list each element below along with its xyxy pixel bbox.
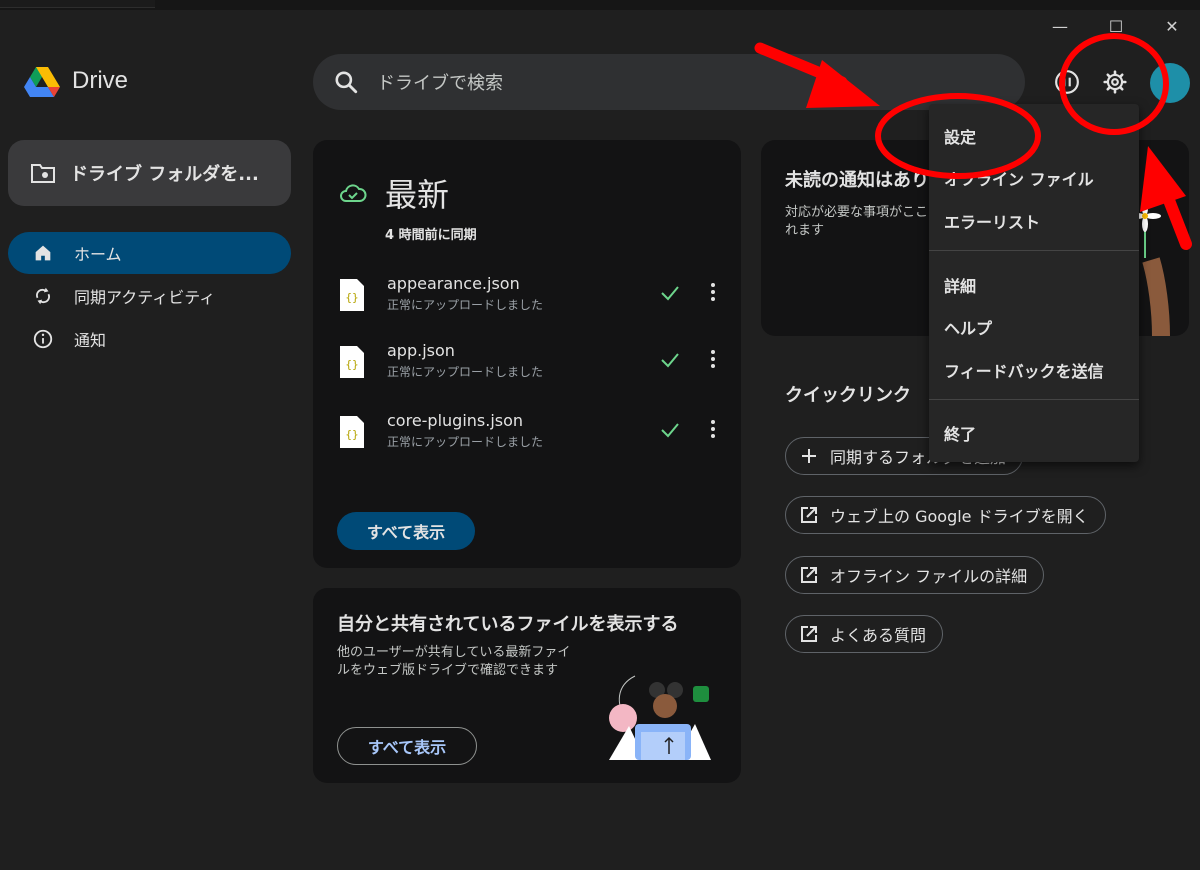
file-row[interactable]: {} appearance.json 正常にアップロードしました [339, 274, 729, 324]
quick-link-label: オフライン ファイルの詳細 [830, 567, 1028, 586]
more-vert-icon[interactable] [703, 347, 723, 371]
quick-link-label: よくある質問 [830, 626, 927, 645]
more-vert-icon[interactable] [703, 417, 723, 441]
shared-title: 自分と共有されているファイルを表示する [337, 614, 679, 635]
sidebar-item-label: ホーム [74, 245, 122, 264]
menu-item-help[interactable]: ヘルプ [944, 315, 992, 339]
file-status: 正常にアップロードしました [387, 435, 544, 449]
json-file-icon: {} [340, 279, 364, 311]
window-controls: — ☐ ✕ [1032, 14, 1200, 40]
app-name: Drive [72, 67, 129, 94]
pause-circle-icon [1055, 70, 1079, 94]
quick-link-faq[interactable]: よくある質問 [785, 615, 944, 653]
shared-description: 他のユーザーが共有している最新ファイルをウェブ版ドライブで確認できます [337, 645, 571, 678]
quick-links-title: クイックリンク [785, 385, 911, 406]
menu-item-error-list[interactable]: エラーリスト [944, 209, 1040, 233]
sidebar-item-home[interactable]: ホーム [8, 232, 291, 274]
show-all-shared-button[interactable]: すべて表示 [337, 727, 477, 765]
file-status: 正常にアップロードしました [387, 365, 544, 379]
last-sync-text: 4 時間前に同期 [385, 228, 477, 243]
open-external-icon [801, 567, 817, 583]
minimize-button[interactable]: — [1032, 14, 1088, 40]
quick-link-open-web-drive[interactable]: ウェブ上の Google ドライブを開く [785, 496, 1106, 534]
sidebar-item-sync-activity[interactable]: 同期アクティビティ [8, 275, 291, 317]
sync-icon [36, 287, 50, 305]
open-external-icon [801, 626, 817, 642]
menu-item-details[interactable]: 詳細 [944, 273, 976, 297]
title-bar-tab [0, 0, 155, 8]
check-icon [661, 423, 679, 438]
file-name: app.json [387, 341, 455, 360]
notifications-illustration [1131, 200, 1170, 336]
drive-folder-button[interactable]: ドライブ フォルダを... [8, 140, 291, 206]
show-all-recent-button[interactable]: すべて表示 [337, 512, 475, 550]
quick-link-offline-files[interactable]: オフライン ファイルの詳細 [785, 556, 1045, 594]
check-icon [661, 286, 679, 301]
json-file-icon: {} [340, 346, 364, 378]
file-status: 正常にアップロードしました [387, 298, 544, 312]
file-row[interactable]: {} app.json 正常にアップロードしました [339, 341, 729, 391]
drive-logo-icon [24, 67, 60, 97]
settings-menu: 設定 オフライン ファイル エラーリスト 詳細 ヘルプ フィードバックを送信 終… [929, 104, 1139, 462]
search-bar[interactable]: ドライブで検索 [313, 54, 1025, 110]
check-icon [661, 353, 679, 368]
title-bar [0, 0, 1200, 10]
sidebar-item-notifications[interactable]: 通知 [8, 318, 291, 360]
settings-button[interactable] [1095, 62, 1135, 102]
file-row[interactable]: {} core-plugins.json 正常にアップロードしました [339, 411, 729, 461]
app-logo: Drive [24, 64, 128, 98]
maximize-button[interactable]: ☐ [1088, 14, 1144, 40]
search-icon [335, 71, 358, 94]
quick-link-label: ウェブ上の Google ドライブを開く [830, 507, 1089, 526]
shared-files-card: 自分と共有されているファイルを表示する 他のユーザーが共有している最新ファイルを… [313, 588, 741, 783]
menu-item-quit[interactable]: 終了 [944, 421, 976, 445]
recent-card: 最新 4 時間前に同期 {} appearance.json 正常にアップロード… [313, 140, 741, 568]
info-icon [33, 329, 53, 349]
json-file-icon: {} [340, 416, 364, 448]
open-external-icon [801, 507, 817, 523]
sidebar-item-label: 同期アクティビティ [74, 288, 216, 307]
shared-files-illustration [609, 675, 711, 760]
close-button[interactable]: ✕ [1144, 14, 1200, 40]
more-vert-icon[interactable] [703, 280, 723, 304]
folder-icon [31, 164, 55, 183]
menu-item-settings[interactable]: 設定 [944, 124, 976, 148]
cloud-check-icon [340, 184, 367, 202]
file-name: appearance.json [387, 274, 520, 293]
menu-divider [929, 399, 1139, 400]
pause-sync-button[interactable] [1047, 62, 1087, 102]
svg-text:{}: {} [345, 358, 358, 371]
menu-item-offline-files[interactable]: オフライン ファイル [944, 166, 1094, 190]
svg-text:{}: {} [345, 428, 358, 441]
recent-title: 最新 [385, 176, 450, 214]
account-avatar[interactable] [1150, 63, 1190, 103]
search-placeholder: ドライブで検索 [377, 73, 503, 94]
plus-icon [802, 449, 816, 463]
drive-folder-label: ドライブ フォルダを... [70, 164, 259, 185]
gear-icon [1103, 70, 1127, 94]
sidebar-nav: ホーム 同期アクティビティ 通知 [8, 232, 291, 361]
menu-divider [929, 250, 1139, 251]
menu-item-send-feedback[interactable]: フィードバックを送信 [944, 358, 1104, 382]
home-icon [35, 245, 51, 261]
svg-text:{}: {} [345, 291, 358, 304]
sidebar-item-label: 通知 [74, 331, 107, 350]
file-name: core-plugins.json [387, 411, 524, 430]
